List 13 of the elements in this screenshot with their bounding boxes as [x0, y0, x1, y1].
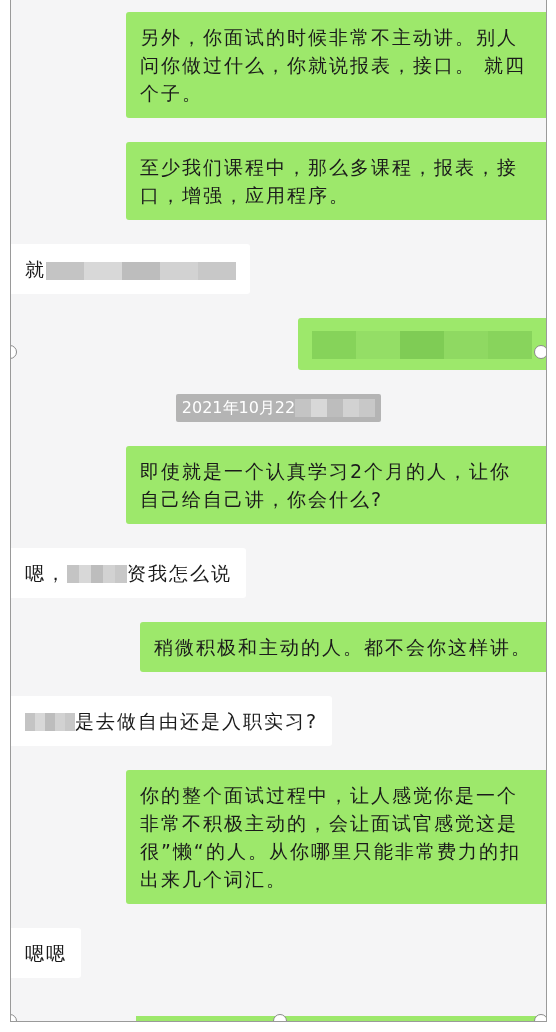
message-text: 另外，你面试的时候非常不主动讲。别人问你做过什么，你就说报表，接口。 就四个子。 — [140, 26, 527, 104]
message-text: 资我怎么说 — [127, 561, 232, 584]
message-text: 你的整个面试过程中，让人感觉你是一个非常不积极主动的，会让面试官感觉这是很”懒“的人。从你哪里只能非常费力的扣出来几个词汇。 — [140, 783, 521, 890]
message-text: 至少我们课程中，那么多课程，报表，接口，增强，应用程序。 — [140, 156, 518, 206]
blurred-text — [25, 713, 75, 731]
blurred-text — [67, 565, 127, 583]
timestamp: 2021年10月22 — [181, 397, 296, 417]
message-text: 就 — [25, 258, 46, 280]
message-text: 稍微积极和主动的人。都不会你这样讲。 — [154, 635, 532, 658]
message-text: 是去做自由还是入职实习? — [75, 709, 319, 732]
message-text: 即使就是一个认真学习2个月的人，让你自己给自己讲，你会什么? — [140, 459, 512, 510]
message-text: 嗯嗯 — [25, 941, 67, 964]
message-text: 嗯， — [25, 561, 67, 584]
